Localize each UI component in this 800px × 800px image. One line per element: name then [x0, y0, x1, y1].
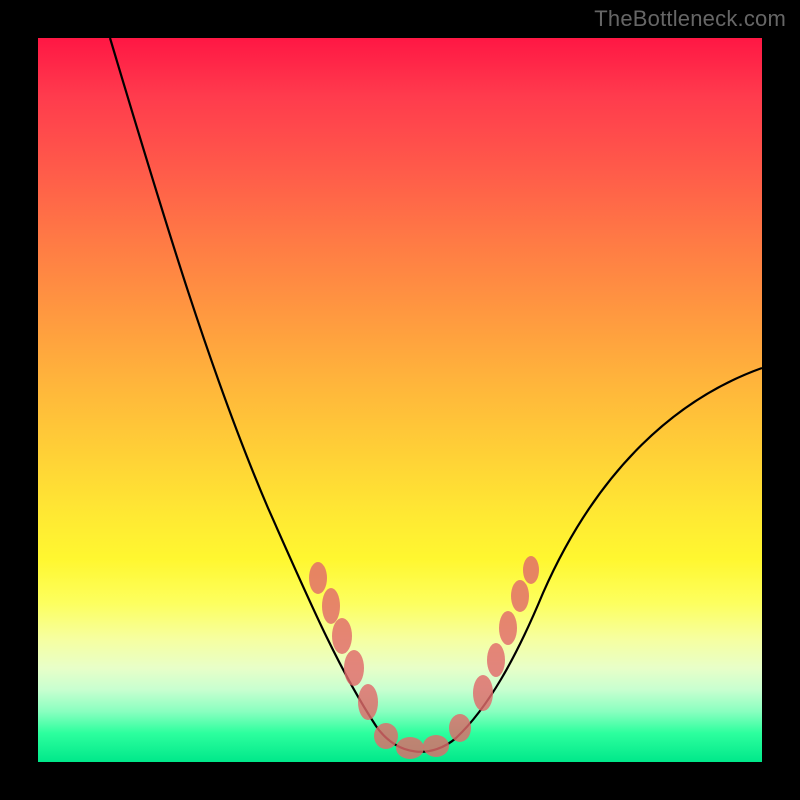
- chart-frame: TheBottleneck.com: [0, 0, 800, 800]
- blob-left-1: [309, 562, 327, 594]
- blob-right-6: [523, 556, 539, 584]
- blob-right-1: [449, 714, 471, 742]
- curve-svg: [38, 38, 762, 762]
- blob-right-3: [487, 643, 505, 677]
- blob-bottom-1: [374, 723, 398, 749]
- blob-bottom-2: [396, 737, 424, 759]
- blob-left-5: [358, 684, 378, 720]
- blob-left-2: [322, 588, 340, 624]
- blob-right-5: [511, 580, 529, 612]
- highlight-blobs: [309, 556, 539, 759]
- blob-bottom-3: [423, 735, 449, 757]
- blob-left-3: [332, 618, 352, 654]
- blob-right-2: [473, 675, 493, 711]
- plot-area: [38, 38, 762, 762]
- blob-right-4: [499, 611, 517, 645]
- bottleneck-curve: [110, 38, 762, 752]
- blob-left-4: [344, 650, 364, 686]
- watermark-text: TheBottleneck.com: [594, 6, 786, 32]
